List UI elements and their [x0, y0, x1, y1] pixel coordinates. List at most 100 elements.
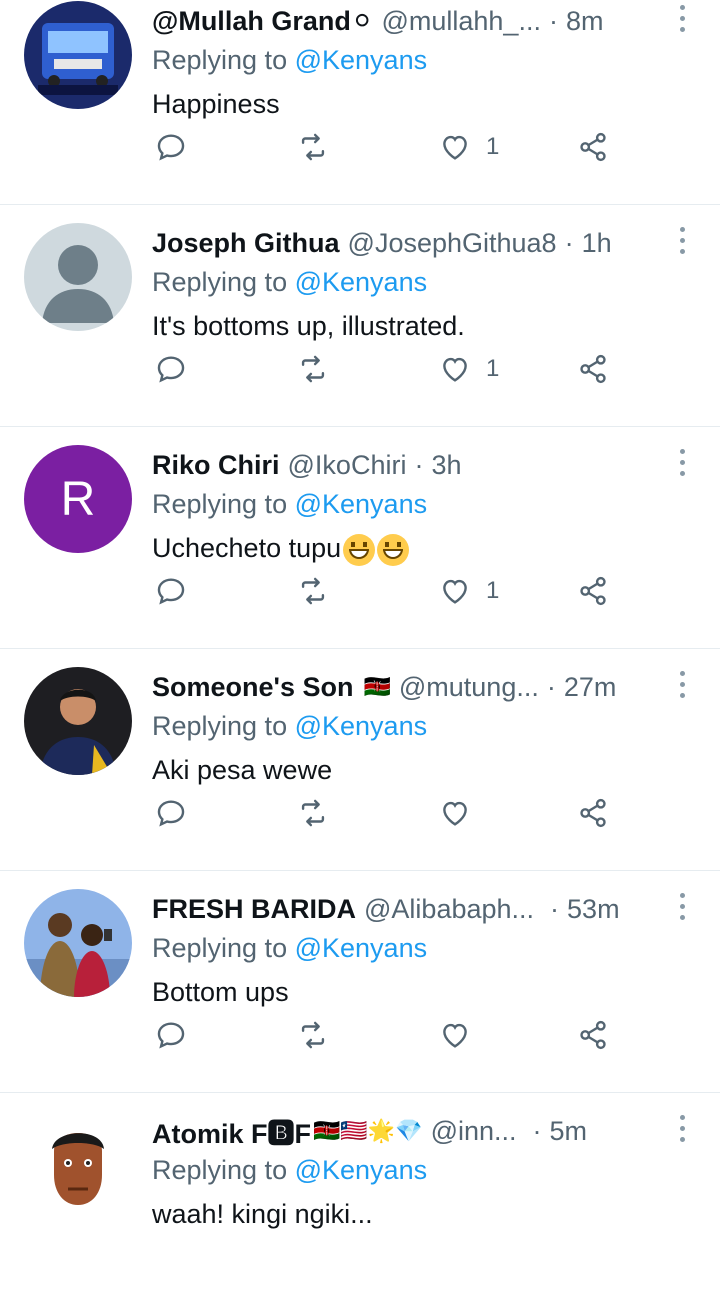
tweet-text: Bottom ups — [152, 977, 289, 1007]
avatar[interactable] — [24, 1111, 132, 1219]
share-button[interactable] — [576, 795, 610, 831]
share-button[interactable] — [576, 573, 610, 609]
username[interactable]: @IkoChiri — [288, 450, 407, 481]
username[interactable]: @Alibabaph... — [364, 894, 534, 925]
retweet-button[interactable] — [296, 351, 330, 387]
retweet-button[interactable] — [296, 795, 330, 831]
timestamp[interactable]: 3h — [431, 450, 461, 481]
like-button[interactable] — [438, 1017, 472, 1053]
separator-dot: · — [564, 227, 574, 258]
tweet-text: waah! kingi ngiki... — [152, 1199, 373, 1229]
like-button[interactable] — [438, 795, 472, 831]
tweet-item[interactable]: @Mullah Grand⚪ @mullahh_... · 8m Replyin… — [0, 0, 720, 205]
mention-link[interactable]: @Kenyans — [295, 267, 427, 297]
grinning-emoji-icon — [343, 533, 376, 566]
separator-dot: · — [414, 449, 424, 480]
mention-link[interactable]: @Kenyans — [295, 489, 427, 519]
avatar[interactable] — [24, 1, 132, 109]
more-icon[interactable] — [678, 893, 686, 925]
replying-to: Replying to @Kenyans — [152, 1155, 427, 1186]
reply-button[interactable] — [154, 129, 188, 165]
share-icon — [580, 354, 606, 384]
retweet-button[interactable] — [296, 129, 330, 165]
share-button[interactable] — [576, 129, 610, 165]
username[interactable]: @inn... — [431, 1116, 517, 1147]
more-icon[interactable] — [678, 227, 686, 259]
name-emoji: 🇰🇪 — [363, 674, 391, 699]
tweet-header: @Mullah Grand⚪ @mullahh_... · 8m — [152, 1, 672, 41]
reply-button[interactable] — [154, 573, 188, 609]
timestamp[interactable]: 53m — [567, 894, 620, 925]
more-icon[interactable] — [678, 5, 686, 37]
reply-button[interactable] — [154, 795, 188, 831]
display-name[interactable]: Atomik F🅱F — [152, 1112, 311, 1151]
tweet-item[interactable]: Atomik F🅱F 🇰🇪🇱🇷🌟💎 @inn... · 5m Replying … — [0, 1093, 720, 1315]
timestamp[interactable]: 8m — [566, 6, 604, 37]
avatar[interactable] — [24, 223, 132, 331]
tweet-item[interactable]: R Riko Chiri @IkoChiri · 3h Replying to … — [0, 427, 720, 649]
like-button[interactable]: 1 — [438, 573, 499, 609]
retweet-button[interactable] — [296, 1017, 330, 1053]
tweet-header: Atomik F🅱F 🇰🇪🇱🇷🌟💎 @inn... · 5m — [152, 1111, 672, 1151]
share-icon — [580, 798, 606, 828]
reply-button[interactable] — [154, 351, 188, 387]
more-icon[interactable] — [678, 449, 686, 481]
grinning-emoji-icon — [377, 533, 410, 566]
retweet-icon — [301, 355, 325, 383]
more-icon[interactable] — [678, 1115, 686, 1147]
avatar[interactable] — [24, 667, 132, 775]
replying-prefix: Replying to — [152, 711, 288, 741]
like-icon — [443, 1023, 467, 1048]
display-name[interactable]: @Mullah Grand⚪ — [152, 6, 373, 37]
timestamp[interactable]: 1h — [582, 228, 612, 259]
more-icon[interactable] — [678, 671, 686, 703]
like-button[interactable]: 1 — [438, 129, 499, 165]
tweet-text: Uchecheto tupu — [152, 533, 342, 563]
reply-button[interactable] — [154, 1017, 188, 1053]
mention-link[interactable]: @Kenyans — [295, 1155, 427, 1185]
avatar[interactable] — [24, 889, 132, 997]
avatar-letter: R — [60, 472, 96, 526]
tweet-header: Someone's Son 🇰🇪 @mutung... · 27m — [152, 667, 672, 707]
replying-to: Replying to @Kenyans — [152, 489, 427, 520]
tweet-header: Riko Chiri @IkoChiri · 3h — [152, 445, 672, 485]
tweet-header: Joseph Githua @JosephGithua8 · 1h — [152, 223, 672, 263]
tweet-item[interactable]: Someone's Son 🇰🇪 @mutung... · 27m Replyi… — [0, 649, 720, 871]
timestamp[interactable]: 5m — [550, 1116, 588, 1147]
display-name[interactable]: Joseph Githua — [152, 228, 340, 259]
tweet-item[interactable]: FRESH BARIDA @Alibabaph... · 53m Replyin… — [0, 871, 720, 1093]
tweet-text: It's bottoms up, illustrated. — [152, 311, 465, 341]
like-icon — [443, 801, 467, 826]
display-name[interactable]: Riko Chiri — [152, 450, 280, 481]
share-button[interactable] — [576, 1017, 610, 1053]
display-name[interactable]: FRESH BARIDA — [152, 894, 356, 925]
retweet-button[interactable] — [296, 573, 330, 609]
replying-prefix: Replying to — [152, 1155, 288, 1185]
like-count: 1 — [486, 577, 500, 604]
like-button[interactable]: 1 — [438, 351, 499, 387]
replying-to: Replying to @Kenyans — [152, 267, 427, 298]
username[interactable]: @mullahh_... — [381, 6, 540, 37]
separator-dot: · — [546, 671, 556, 702]
username[interactable]: @JosephGithua8 — [348, 228, 557, 259]
mention-link[interactable]: @Kenyans — [295, 45, 427, 75]
separator-dot: · — [550, 893, 560, 924]
action-bar: 1 — [152, 573, 632, 609]
timestamp[interactable]: 27m — [564, 672, 617, 703]
retweet-icon — [301, 133, 325, 161]
like-count: 1 — [486, 355, 500, 382]
share-icon — [580, 1020, 606, 1050]
avatar[interactable]: R — [24, 445, 132, 553]
separator-dot: · — [532, 1115, 542, 1146]
mention-link[interactable]: @Kenyans — [295, 933, 427, 963]
like-icon — [443, 579, 467, 604]
like-count: 1 — [486, 133, 500, 160]
action-bar: 1 — [152, 129, 632, 165]
replying-prefix: Replying to — [152, 489, 288, 519]
username[interactable]: @mutung... — [399, 672, 539, 703]
tweet-item[interactable]: Joseph Githua @JosephGithua8 · 1h Replyi… — [0, 205, 720, 427]
mention-link[interactable]: @Kenyans — [295, 711, 427, 741]
display-name[interactable]: Someone's Son — [152, 672, 353, 703]
share-button[interactable] — [576, 351, 610, 387]
share-icon — [580, 132, 606, 162]
